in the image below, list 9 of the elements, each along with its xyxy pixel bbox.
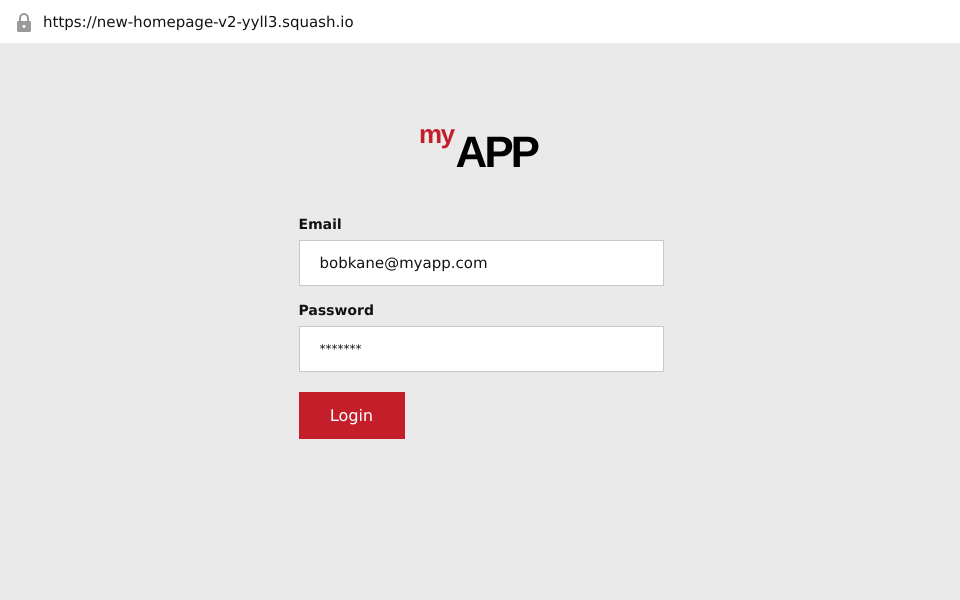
login-button[interactable]: Login bbox=[298, 392, 404, 439]
input-field[interactable]: bobkane@myapp.com bbox=[298, 240, 664, 286]
input-field[interactable]: ******* bbox=[298, 326, 664, 372]
logo-prefix: my bbox=[418, 119, 456, 150]
logo-wordmark: APP bbox=[456, 127, 539, 179]
field-label: Password bbox=[298, 303, 375, 319]
field-label: Email bbox=[298, 217, 343, 233]
url-text[interactable]: https://new-homepage-v2-yyll3.squash.io bbox=[43, 12, 354, 30]
lock-icon bbox=[17, 12, 31, 32]
